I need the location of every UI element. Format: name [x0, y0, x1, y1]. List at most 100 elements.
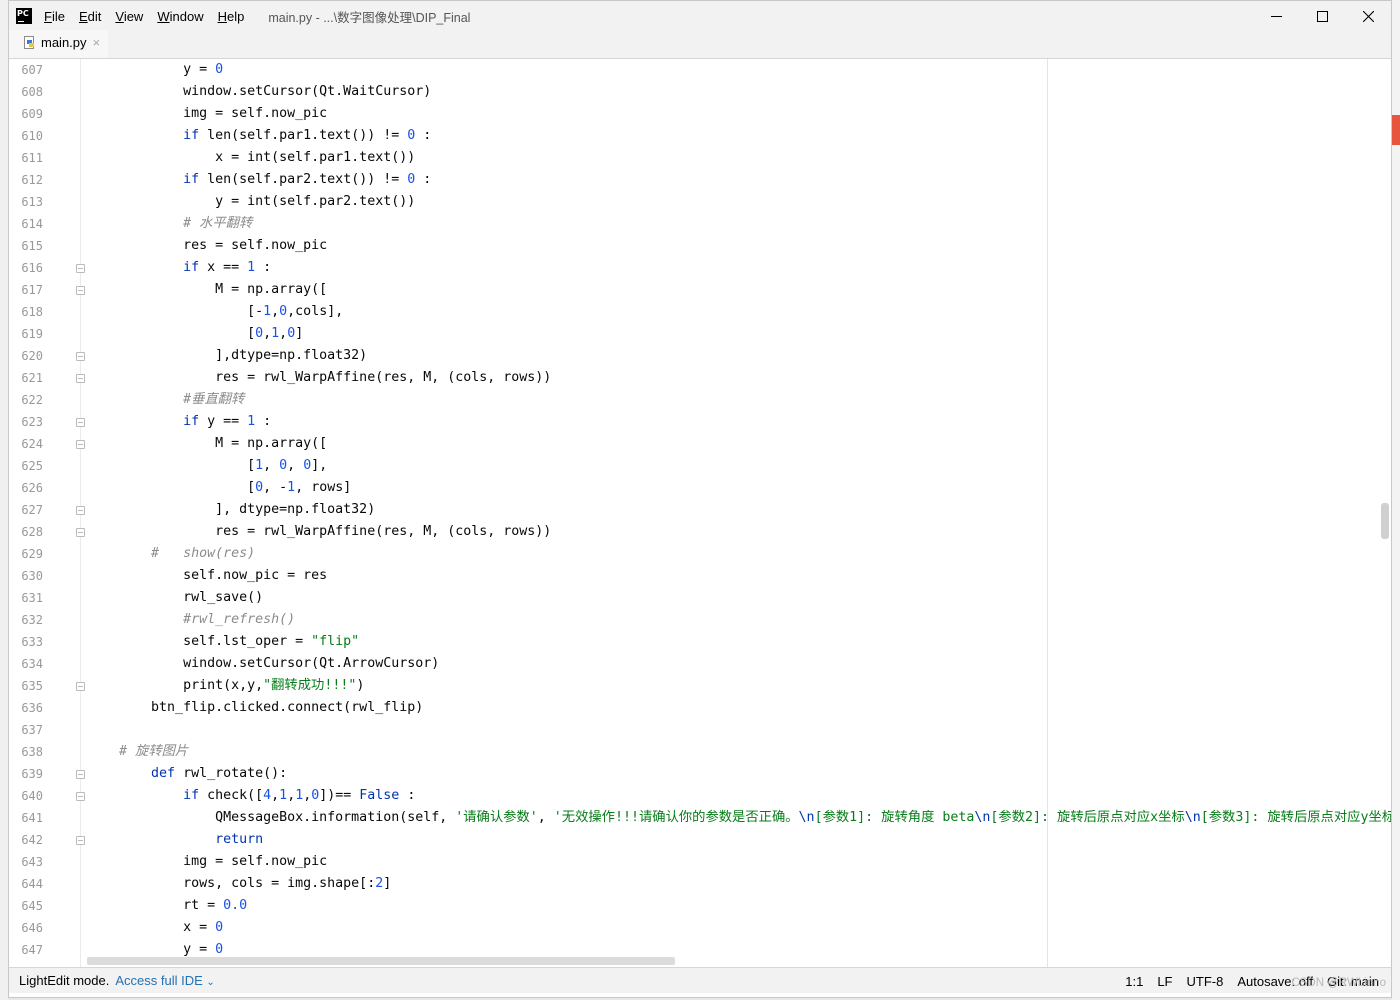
code-token: , [263, 458, 280, 473]
code-line[interactable]: 634 window.setCursor(Qt.ArrowCursor) [9, 653, 1391, 675]
pycharm-logo-icon[interactable]: PC [16, 8, 32, 24]
cursor-position[interactable]: 1:1 [1125, 974, 1143, 989]
line-number: 634 [21, 657, 43, 671]
line-separator[interactable]: LF [1157, 974, 1172, 989]
fold-marker-icon[interactable] [76, 792, 85, 801]
code-line[interactable]: 640 if check([4,1,1,0])== False : [9, 785, 1391, 807]
code-line[interactable]: 616 if x == 1 : [9, 257, 1391, 279]
code-line[interactable]: 643 img = self.now_pic [9, 851, 1391, 873]
minimize-button[interactable] [1253, 1, 1299, 31]
code-line[interactable]: 641 QMessageBox.information(self, '请确认参数… [9, 807, 1391, 829]
code-line[interactable]: 620 ],dtype=np.float32) [9, 345, 1391, 367]
code-line[interactable]: 625 [1, 0, 0], [9, 455, 1391, 477]
code-line[interactable]: 618 [-1,0,cols], [9, 301, 1391, 323]
menu-view[interactable]: View [115, 9, 143, 24]
fold-marker-icon[interactable] [76, 286, 85, 295]
code-line[interactable]: 632 #rwl_refresh() [9, 609, 1391, 631]
code-token: , [271, 788, 280, 803]
code-token: if [183, 260, 200, 275]
code-line[interactable]: 611 x = int(self.par1.text()) [9, 147, 1391, 169]
code-line[interactable]: 627 ], dtype=np.float32) [9, 499, 1391, 521]
code-line[interactable]: 638 # 旋转图片 [9, 741, 1391, 763]
status-bar: LightEdit mode. Access full IDE ⌄ 1:1 LF… [9, 967, 1391, 993]
code-token: [ [87, 326, 256, 341]
code-line[interactable]: 614 # 水平翻转 [9, 213, 1391, 235]
code-line[interactable]: 631 rwl_save() [9, 587, 1391, 609]
code-line[interactable]: 628 res = rwl_WarpAffine(res, M, (cols, … [9, 521, 1391, 543]
code-token: res = self.now_pic [87, 238, 328, 253]
close-window-button[interactable] [1345, 1, 1391, 31]
menu-file[interactable]: File [44, 9, 65, 24]
code-token: 1 [279, 788, 288, 803]
code-line[interactable]: 623 if y == 1 : [9, 411, 1391, 433]
menu-window[interactable]: Window [157, 9, 203, 24]
code-token: y = int(self.par2.text()) [87, 194, 416, 209]
fold-marker-icon[interactable] [76, 528, 85, 537]
code-line[interactable]: 617 M = np.array([ [9, 279, 1391, 301]
code-line[interactable]: 645 rt = 0.0 [9, 895, 1391, 917]
line-number: 645 [21, 899, 43, 913]
code-line[interactable]: 609 img = self.now_pic [9, 103, 1391, 125]
close-icon [1362, 10, 1374, 22]
code-token: rwl_rotate(): [175, 766, 288, 781]
code-token: ],dtype=np.float32) [87, 348, 368, 363]
code-token: "flip" [311, 634, 360, 649]
code-line[interactable]: 637 [9, 719, 1391, 741]
menu-help[interactable]: Help [218, 9, 245, 24]
code-line[interactable]: 615 res = self.now_pic [9, 235, 1391, 257]
code-token: self.now_pic = res [87, 568, 328, 583]
code-token: rwl_save() [87, 590, 264, 605]
access-full-ide-link[interactable]: Access full IDE ⌄ [115, 973, 214, 988]
line-number: 617 [21, 283, 43, 297]
code-line[interactable]: 644 rows, cols = img.shape[:2] [9, 873, 1391, 895]
code-line[interactable]: 646 x = 0 [9, 917, 1391, 939]
line-number: 622 [21, 393, 43, 407]
code-line[interactable]: 626 [0, -1, rows] [9, 477, 1391, 499]
file-encoding[interactable]: UTF-8 [1186, 974, 1223, 989]
vertical-scrollbar[interactable] [1381, 503, 1389, 539]
code-line[interactable]: 613 y = int(self.par2.text()) [9, 191, 1391, 213]
fold-marker-icon[interactable] [76, 836, 85, 845]
fold-marker-icon[interactable] [76, 374, 85, 383]
tab-main-py[interactable]: main.py × [9, 30, 109, 58]
code-line[interactable]: 629 # show(res) [9, 543, 1391, 565]
code-token: 0 [255, 326, 264, 341]
fold-marker-icon[interactable] [76, 418, 85, 427]
code-line[interactable]: 633 self.lst_oper = "flip" [9, 631, 1391, 653]
menu-edit[interactable]: Edit [79, 9, 101, 24]
code-line[interactable]: 639 def rwl_rotate(): [9, 763, 1391, 785]
code-editor[interactable]: 607 y = 0 608 window.setCursor(Qt.WaitCur… [9, 59, 1391, 967]
code-line[interactable]: 612 if len(self.par2.text()) != 0 : [9, 169, 1391, 191]
fold-marker-icon[interactable] [76, 506, 85, 515]
code-line[interactable]: 642 return [9, 829, 1391, 851]
code-line[interactable]: 636 btn_flip.clicked.connect(rwl_flip) [9, 697, 1391, 719]
code-line[interactable]: 624 M = np.array([ [9, 433, 1391, 455]
tab-close-icon[interactable]: × [93, 35, 101, 50]
line-number: 635 [21, 679, 43, 693]
code-text: rows, cols = img.shape[:2] [87, 873, 391, 895]
line-number: 608 [21, 85, 43, 99]
code-line[interactable]: 619 [0,1,0] [9, 323, 1391, 345]
code-line[interactable]: 607 y = 0 [9, 59, 1391, 81]
line-number: 647 [21, 943, 43, 957]
code-token: res = rwl_WarpAffine(res, M, (cols, rows… [87, 370, 552, 385]
fold-marker-icon[interactable] [76, 682, 85, 691]
horizontal-scrollbar[interactable] [87, 957, 675, 965]
fold-marker-icon[interactable] [76, 352, 85, 361]
code-line[interactable]: 630 self.now_pic = res [9, 565, 1391, 587]
code-text: [1, 0, 0], [87, 455, 327, 477]
code-line[interactable]: 608 window.setCursor(Qt.WaitCursor) [9, 81, 1391, 103]
fold-marker-icon[interactable] [76, 440, 85, 449]
code-token: [参数1]: 旋转角度 beta [814, 810, 975, 825]
fold-marker-icon[interactable] [76, 770, 85, 779]
code-line[interactable]: 610 if len(self.par1.text()) != 0 : [9, 125, 1391, 147]
fold-marker-icon[interactable] [76, 264, 85, 273]
maximize-button[interactable] [1299, 1, 1345, 31]
code-line[interactable]: 622 #垂直翻转 [9, 389, 1391, 411]
code-token: img = self.now_pic [87, 106, 328, 121]
code-line[interactable]: 635 print(x,y,"翻转成功!!!") [9, 675, 1391, 697]
code-token: x == [199, 260, 248, 275]
code-line[interactable]: 621 res = rwl_WarpAffine(res, M, (cols, … [9, 367, 1391, 389]
